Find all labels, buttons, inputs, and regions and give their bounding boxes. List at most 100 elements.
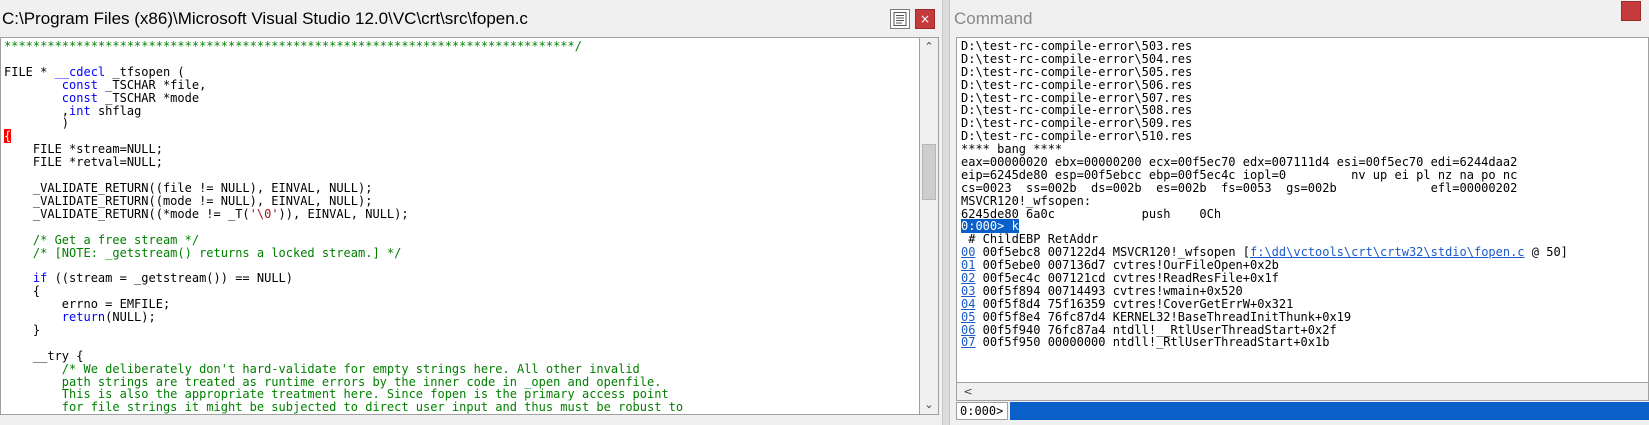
code-line: ,int shflag <box>4 103 142 118</box>
stack-frame-row: 07 00f5f950 00000000 ntdll!_RtlUserThrea… <box>961 336 1568 349</box>
scroll-thumb[interactable] <box>922 144 936 200</box>
command-title: Command <box>954 9 1033 28</box>
frame-text: 00f5ec4c 007121cd cvtres!ReadResFile+0x1… <box>975 271 1279 286</box>
code-token: ) <box>4 116 70 131</box>
output-line: D:\test-rc-compile-error\503.res <box>961 39 1193 53</box>
code-token: shflag <box>90 103 142 118</box>
command-prompt-label: 0:000> <box>956 402 1008 420</box>
code-token: int <box>69 103 91 118</box>
output-line: 6245de80 6a0c push 0Ch <box>961 206 1222 221</box>
close-icon[interactable] <box>1621 1 1641 21</box>
code-line: __try { <box>4 348 84 363</box>
code-token: __try { <box>4 348 84 363</box>
frame-line-info: @ 50] <box>1524 245 1568 260</box>
frame-number-link[interactable]: 05 <box>961 310 975 324</box>
code-line: FILE * __cdecl _tfsopen ( <box>4 65 185 79</box>
code-token: if <box>32 271 48 286</box>
code-line: const _TSCHAR *mode <box>4 91 199 105</box>
frame-number-link[interactable]: 03 <box>961 284 975 298</box>
code-token: '\0' <box>249 206 279 221</box>
output-line: eax=00000020 ebx=00000200 ecx=00f5ec70 e… <box>961 155 1518 170</box>
brace-highlight: { <box>4 129 12 144</box>
frame-text: 00f5ebe0 007136d7 cvtres!OurFileOpen+0x2… <box>975 258 1279 273</box>
command-window: Command D:\test-rc-compile-error\503.res… <box>950 0 1649 425</box>
frame-text: 00f5f8d4 75f16359 cvtres!CoverGetErrW+0x… <box>975 296 1294 311</box>
code-token: , <box>4 103 70 118</box>
frame-text: 00f5f940 76fc87a4 ntdll!__RtlUserThreadS… <box>975 322 1337 337</box>
output-line: D:\test-rc-compile-error\505.res <box>961 64 1193 79</box>
source-code: ****************************************… <box>4 40 683 414</box>
command-horizontal-scrollbar[interactable]: < <box>956 383 1649 401</box>
code-token: const <box>61 90 98 105</box>
code-token: This is also the appropriate treatment h… <box>4 387 669 402</box>
code-line: /* Get a free stream */ <box>4 233 199 247</box>
command-input-row: 0:000> <box>956 402 1649 420</box>
code-line: errno = EMFILE; <box>4 297 170 311</box>
source-titlebar: C:\Program Files (x86)\Microsoft Visual … <box>0 0 942 37</box>
code-token: { <box>4 284 41 299</box>
code-line: ****************************************… <box>4 39 582 53</box>
frame-number-link[interactable]: 07 <box>961 335 975 349</box>
code-token: _VALIDATE_RETURN((file != NULL), EINVAL,… <box>4 180 373 195</box>
code-line: This is also the appropriate treatment h… <box>4 387 669 401</box>
source-vertical-scrollbar[interactable]: ⌃ ⌄ <box>920 37 939 415</box>
code-token: _TSCHAR *file, <box>97 77 207 92</box>
code-line: { <box>4 129 12 144</box>
code-token: FILE *stream=NULL; <box>4 142 163 157</box>
code-token: errno = EMFILE; <box>4 297 171 312</box>
source-code-editor[interactable]: ****************************************… <box>0 37 920 415</box>
code-token: } <box>4 322 41 337</box>
code-token: ****************************************… <box>4 39 582 53</box>
code-line: path strings are treated as runtime erro… <box>4 374 662 389</box>
frame-number-link[interactable]: 02 <box>961 271 975 285</box>
code-line: _VALIDATE_RETURN((mode != NULL), EINVAL,… <box>4 193 373 208</box>
code-line: /* [NOTE: _getstream() returns a locked … <box>4 246 401 260</box>
output-line: D:\test-rc-compile-error\504.res <box>961 51 1193 66</box>
pane-splitter[interactable] <box>942 0 950 425</box>
code-token: _tfsopen ( <box>105 64 185 79</box>
code-token: )), EINVAL, NULL); <box>278 206 409 221</box>
code-token: __cdecl <box>54 64 106 79</box>
code-line: if ((stream = _getstream()) == NULL) <box>4 271 293 285</box>
code-token: return <box>61 310 106 325</box>
code-token: for file strings it might be subjected t… <box>4 400 684 415</box>
document-icon[interactable] <box>890 9 910 29</box>
code-line: { <box>4 284 40 298</box>
code-token: /* Get a free stream */ <box>4 232 200 247</box>
output-line: cs=0023 ss=002b ds=002b es=002b fs=0053 … <box>961 180 1518 195</box>
output-line: eip=6245de80 esp=00f5ebcc ebp=00f5ec4c i… <box>961 167 1518 182</box>
code-token: /* We deliberately don't hard-validate f… <box>4 361 640 376</box>
source-file-link[interactable]: f:\dd\vctools\crt\crtw32\stdio\fopen.c <box>1250 245 1525 259</box>
code-line: FILE *retval=NULL; <box>4 155 163 169</box>
scroll-down-icon[interactable]: ⌄ <box>920 396 938 414</box>
code-token: const <box>61 77 98 92</box>
code-token: _VALIDATE_RETURN((*mode != _T( <box>4 206 250 221</box>
code-line: return(NULL); <box>4 310 156 324</box>
output-line: D:\test-rc-compile-error\506.res <box>961 77 1193 92</box>
code-line: const _TSCHAR *file, <box>4 77 207 92</box>
frame-number-link[interactable]: 01 <box>961 258 975 272</box>
command-output[interactable]: D:\test-rc-compile-error\503.res D:\test-… <box>956 37 1649 383</box>
code-line: FILE *stream=NULL; <box>4 142 163 156</box>
code-token: ((stream = _getstream()) == NULL) <box>47 271 293 286</box>
frame-number-link[interactable]: 00 <box>961 245 975 259</box>
code-line: ) <box>4 116 69 130</box>
source-file-path: C:\Program Files (x86)\Microsoft Visual … <box>2 9 528 28</box>
code-line: _VALIDATE_RETURN((*mode != _T('\0')), EI… <box>4 207 409 221</box>
command-output-text: D:\test-rc-compile-error\503.res D:\test-… <box>961 40 1568 349</box>
frame-text: 00f5f8e4 76fc87d4 KERNEL32!BaseThreadIni… <box>975 309 1352 324</box>
close-icon[interactable]: × <box>915 9 935 29</box>
frame-number-link[interactable]: 06 <box>961 323 975 337</box>
scroll-left-icon[interactable]: < <box>959 383 977 401</box>
scroll-up-icon[interactable]: ⌃ <box>920 38 938 56</box>
code-token: FILE *retval=NULL; <box>4 155 163 170</box>
command-input[interactable] <box>1010 402 1649 420</box>
code-token: /* [NOTE: _getstream() returns a locked … <box>4 245 402 260</box>
frame-text: 00f5f894 00714493 cvtres!wmain+0x520 <box>975 283 1243 298</box>
code-token: _VALIDATE_RETURN((mode != NULL), EINVAL,… <box>4 193 373 208</box>
code-token: path strings are treated as runtime erro… <box>4 374 662 389</box>
frame-number-link[interactable]: 04 <box>961 297 975 311</box>
